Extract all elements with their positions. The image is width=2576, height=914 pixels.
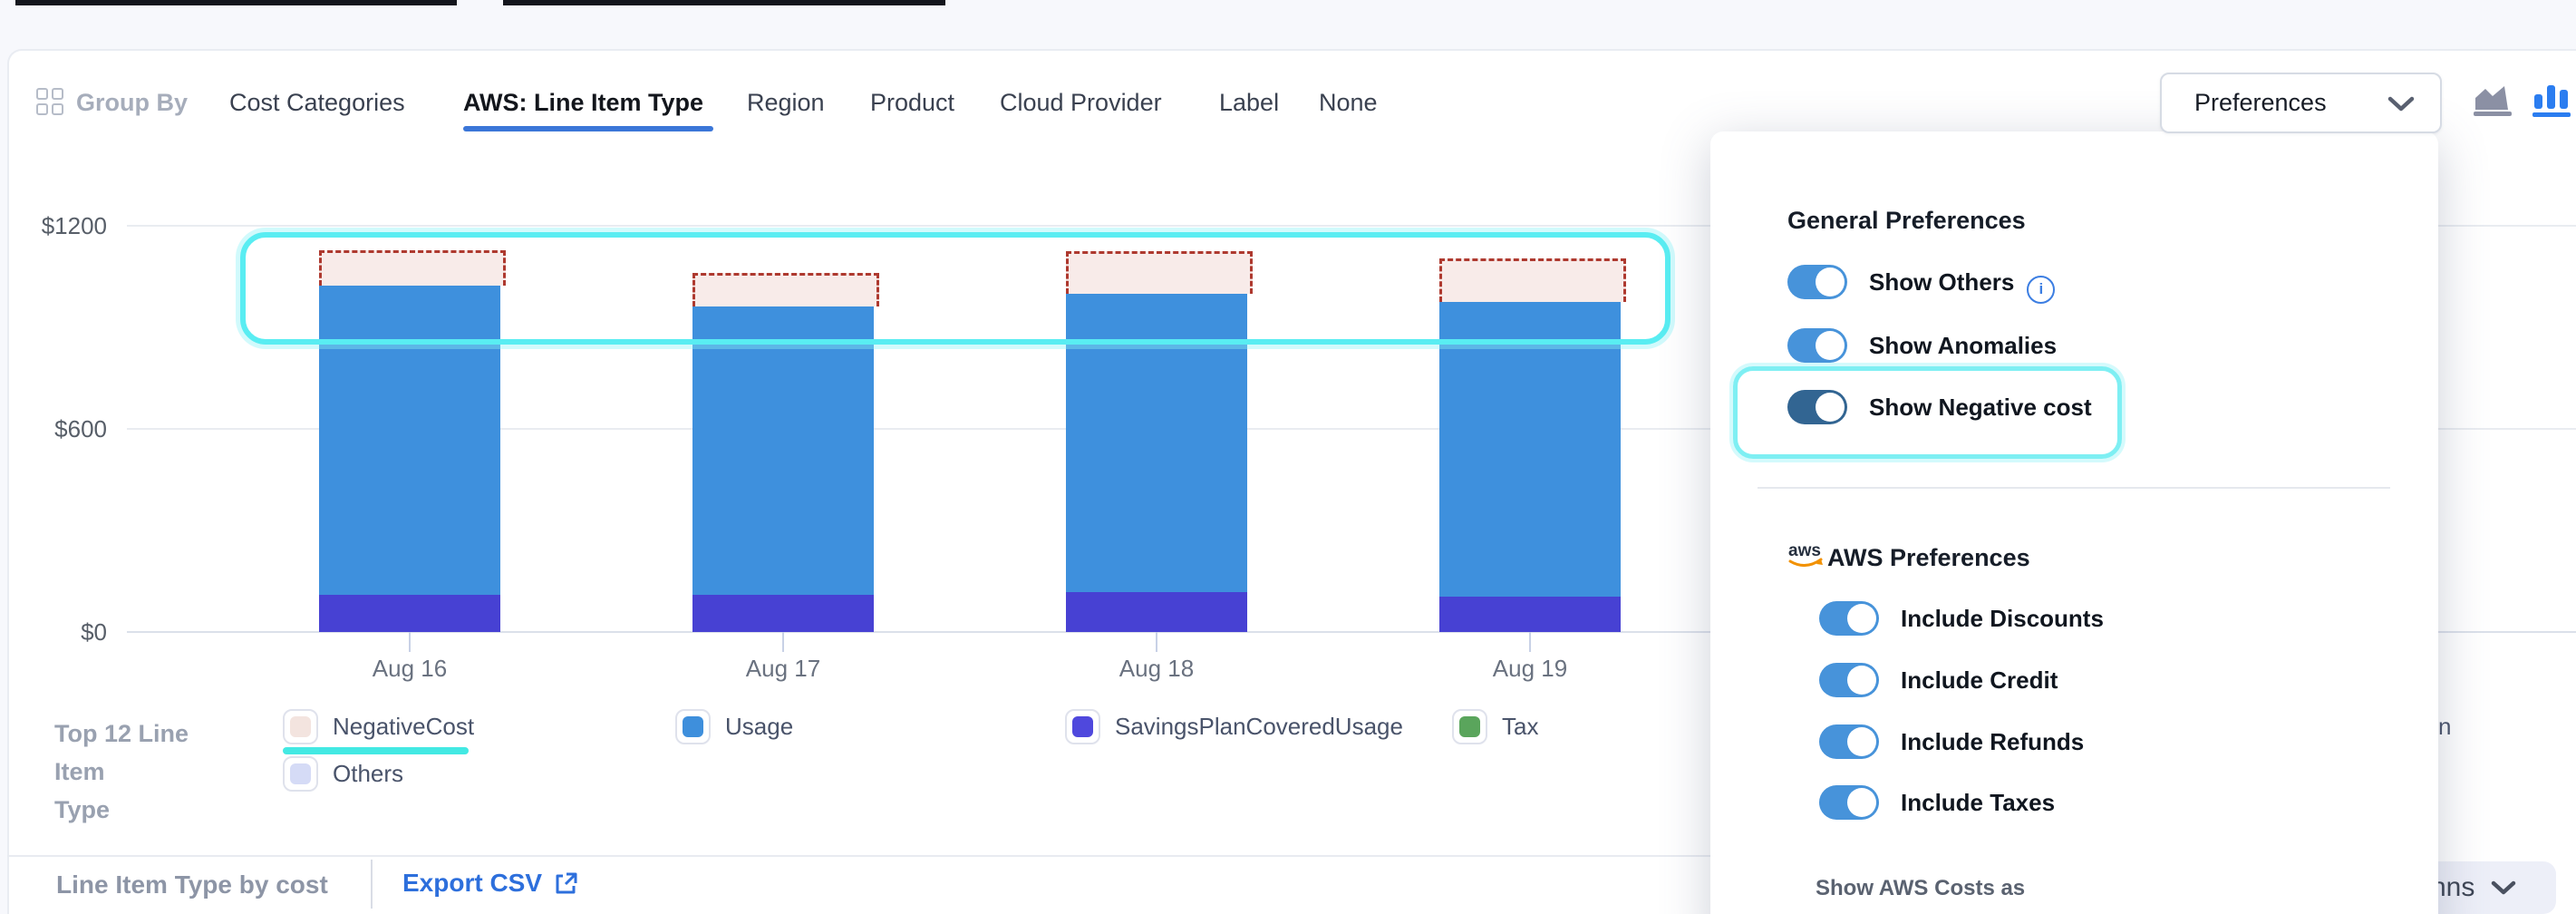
legend-item-negativecost[interactable]: NegativeCost	[283, 710, 474, 743]
bar-segment-savingsplancoveredusage-aug-16[interactable]	[319, 595, 500, 632]
table-section-title: Line Item Type by cost	[56, 870, 328, 899]
bar-segment-usage-aug-19[interactable]	[1439, 299, 1621, 597]
bar-segment-savingsplancoveredusage-aug-19[interactable]	[1439, 597, 1621, 632]
y-axis-label: $1200	[5, 212, 107, 240]
toggle-include-discounts[interactable]	[1819, 601, 1879, 636]
browser-edge-strip	[503, 0, 945, 5]
preferences-dropdown-button[interactable]: Preferences	[2160, 73, 2442, 133]
y-axis-label: $0	[5, 618, 107, 647]
toggle-label-show-negative-cost: Show Negative cost	[1869, 390, 2092, 424]
legend-item-tax[interactable]: Tax	[1452, 710, 1538, 743]
footer-separator	[7, 855, 1820, 857]
bar-segment-savingsplancoveredusage-aug-18[interactable]	[1066, 592, 1247, 632]
panel-section-divider	[1758, 487, 2390, 489]
tab-cost-categories[interactable]: Cost Categories	[229, 88, 405, 117]
browser-edge-strip	[15, 0, 457, 5]
chevron-down-icon	[2387, 96, 2415, 112]
x-axis-tick	[1529, 632, 1531, 652]
bar-segment-savingsplancoveredusage-aug-17[interactable]	[692, 595, 874, 632]
bar-segment-negativecost-aug-19[interactable]	[1439, 258, 1626, 302]
x-axis-tick	[1156, 632, 1157, 652]
aws-preferences-heading: AWS Preferences	[1827, 544, 2030, 572]
toggle-include-refunds[interactable]	[1819, 724, 1879, 759]
toggle-include-taxes[interactable]	[1819, 785, 1879, 820]
legend-swatch-savingsplancoveredusage	[1065, 709, 1100, 744]
legend-swatch-others	[283, 756, 318, 792]
external-link-icon	[553, 870, 578, 896]
group-by-label: Group By	[76, 88, 188, 117]
tab-cloud-provider[interactable]: Cloud Provider	[1000, 88, 1162, 117]
toggle-include-credit[interactable]	[1819, 663, 1879, 697]
legend-swatch-tax	[1452, 709, 1487, 744]
toggle-label-include-taxes: Include Taxes	[1901, 785, 2055, 820]
legend-title: Top 12 Line Item Type	[54, 715, 245, 829]
general-preferences-heading: General Preferences	[1787, 207, 2026, 235]
x-axis-label: Aug 18	[1066, 655, 1247, 683]
preferences-button-label: Preferences	[2194, 89, 2327, 117]
legend-highlight-underline	[283, 747, 469, 754]
area-chart-icon[interactable]	[2471, 82, 2514, 124]
info-icon[interactable]: i	[2027, 276, 2055, 304]
toggle-label-include-discounts: Include Discounts	[1901, 601, 2104, 636]
tab-aws-line-item-type[interactable]: AWS: Line Item Type	[463, 88, 703, 117]
tab-none[interactable]: None	[1319, 88, 1378, 117]
toggle-label-show-anomalies: Show Anomalies	[1869, 328, 2057, 363]
group-by-icon	[36, 88, 63, 115]
svg-text:aws: aws	[1788, 541, 1821, 560]
legend-item-savingsplancoveredusage[interactable]: SavingsPlanCoveredUsage	[1065, 710, 1403, 743]
bar-segment-usage-aug-18[interactable]	[1066, 291, 1247, 592]
legend-swatch-negativecost	[283, 709, 318, 744]
toggle-label-include-refunds: Include Refunds	[1901, 724, 2084, 759]
footer-vertical-divider	[371, 860, 373, 909]
x-axis-label: Aug 19	[1439, 655, 1621, 683]
export-csv-link[interactable]: Export CSV	[402, 869, 578, 898]
legend-item-usage[interactable]: Usage	[675, 710, 793, 743]
dashboard-root: Group By Cost Categories AWS: Line Item …	[0, 0, 2576, 914]
show-aws-costs-as-label: Show AWS Costs as	[1816, 876, 2025, 901]
bar-segment-usage-aug-16[interactable]	[319, 283, 500, 594]
tab-label[interactable]: Label	[1219, 88, 1279, 117]
chevron-down-icon	[2491, 880, 2516, 896]
toggle-show-others[interactable]	[1787, 265, 1847, 299]
toggle-label-include-credit: Include Credit	[1901, 663, 2058, 697]
x-axis-label: Aug 17	[692, 655, 874, 683]
bar-segment-negativecost-aug-18[interactable]	[1066, 251, 1253, 294]
legend-item-others[interactable]: Others	[283, 757, 403, 790]
x-axis-tick	[409, 632, 411, 652]
tab-region[interactable]: Region	[747, 88, 825, 117]
toggle-show-anomalies[interactable]	[1787, 328, 1847, 363]
tab-product[interactable]: Product	[870, 88, 954, 117]
bar-segment-negativecost-aug-16[interactable]	[319, 250, 506, 286]
bar-chart-icon[interactable]	[2531, 82, 2576, 124]
active-tab-underline	[463, 126, 713, 131]
legend-swatch-usage	[675, 709, 711, 744]
bar-segment-usage-aug-17[interactable]	[692, 304, 874, 595]
toggle-label-show-others: Show Othersi	[1869, 265, 2055, 304]
x-axis-tick	[782, 632, 784, 652]
y-axis-label: $600	[5, 415, 107, 443]
x-axis-label: Aug 16	[319, 655, 500, 683]
toggle-show-negative-cost[interactable]	[1787, 390, 1847, 424]
bar-segment-negativecost-aug-17[interactable]	[692, 273, 879, 306]
aws-logo-icon: aws	[1787, 540, 1828, 576]
legend-overflow-fragment: n	[2438, 713, 2451, 741]
